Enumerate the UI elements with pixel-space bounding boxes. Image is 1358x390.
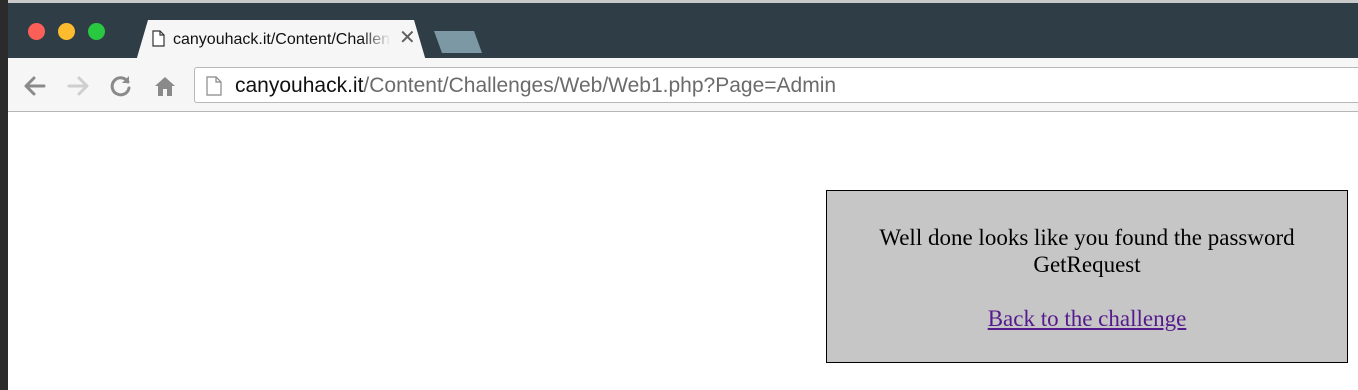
forward-arrow-icon[interactable] <box>65 73 91 99</box>
tab-title: canyouhack.it/Content/Challenges/Web/Web… <box>173 31 391 51</box>
url-text[interactable]: canyouhack.it/Content/Challenges/Web/Web… <box>235 74 836 98</box>
success-message: Well done looks like you found the passw… <box>879 225 1295 250</box>
new-tab-button[interactable] <box>434 31 482 53</box>
password-text: GetRequest <box>1033 252 1141 277</box>
success-message-box: Well done looks like you found the passw… <box>826 190 1348 363</box>
close-window-button[interactable] <box>28 23 45 40</box>
minimize-window-button[interactable] <box>58 23 75 40</box>
active-tab[interactable]: canyouhack.it/Content/Challenges/Web/Web… <box>136 20 426 61</box>
url-path: /Content/Challenges/Web/Web1.php?Page=Ad… <box>363 74 837 97</box>
home-icon[interactable] <box>152 73 178 99</box>
desktop-edge <box>0 0 8 390</box>
back-to-challenge-link[interactable]: Back to the challenge <box>988 306 1187 331</box>
back-arrow-icon[interactable] <box>22 73 48 99</box>
address-bar[interactable]: canyouhack.it/Content/Challenges/Web/Web… <box>194 67 1358 103</box>
document-icon <box>206 76 222 96</box>
close-tab-icon[interactable]: ✕ <box>399 28 416 48</box>
toolbar: canyouhack.it/Content/Challenges/Web/Web… <box>8 58 1358 112</box>
browser-window: canyouhack.it/Content/Challenges/Web/Web… <box>8 0 1358 390</box>
tab-strip: canyouhack.it/Content/Challenges/Web/Web… <box>8 0 1358 58</box>
document-icon <box>152 30 165 47</box>
reload-icon[interactable] <box>108 73 134 99</box>
zoom-window-button[interactable] <box>88 23 105 40</box>
url-host: canyouhack.it <box>235 74 364 97</box>
